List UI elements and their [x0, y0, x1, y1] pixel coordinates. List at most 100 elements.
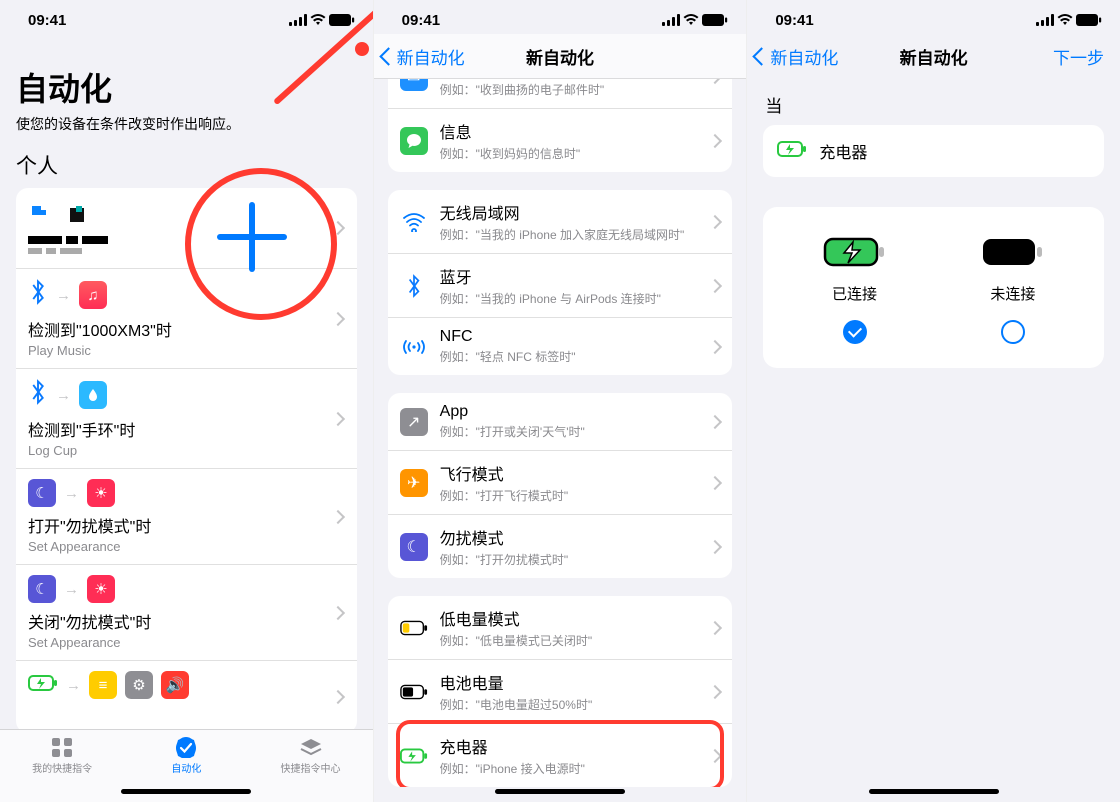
- row-title: 电池电量: [440, 670, 705, 694]
- chevron-right-icon: [331, 690, 345, 704]
- chevron-right-icon: [708, 133, 722, 147]
- trigger-row-app[interactable]: ↗ App 例如："打开或关闭'天气'时": [388, 393, 733, 451]
- trigger-row-wifi[interactable]: 无线局域网例如："当我的 iPhone 加入家庭无线局域网时": [388, 190, 733, 254]
- chevron-right-icon: [331, 509, 345, 523]
- trigger-row-dnd[interactable]: ☾ 勿扰模式例如："打开勿扰模式时": [388, 515, 733, 578]
- chevron-right-icon: [708, 214, 722, 228]
- trigger-row-message[interactable]: 信息例如："收到妈妈的信息时": [388, 109, 733, 172]
- add-button[interactable]: [210, 195, 294, 279]
- row-sub: 例如："低电量模式已关闭时": [440, 632, 705, 649]
- music-app-icon: ♫: [79, 281, 107, 309]
- status-time: 09:41: [28, 12, 66, 29]
- wifi-icon: [310, 14, 326, 26]
- tab-shortcuts[interactable]: 我的快捷指令: [0, 730, 124, 802]
- arrow-right-icon: →: [64, 485, 79, 502]
- tab-gallery[interactable]: 快捷指令中心: [248, 730, 372, 802]
- home-indicator[interactable]: [869, 789, 999, 794]
- row-title: 勿扰模式: [440, 525, 705, 549]
- speaker-icon: 🔊: [161, 671, 189, 699]
- tab-bar: 我的快捷指令 自动化 快捷指令中心: [0, 729, 373, 802]
- home-indicator[interactable]: [495, 789, 625, 794]
- mail-icon: ✉: [400, 79, 428, 91]
- status-bar: 09:41: [747, 0, 1120, 34]
- waterdrop-icon: [79, 381, 107, 409]
- tab-label: 快捷指令中心: [281, 760, 341, 775]
- screen-trigger-picker: 09:41 新自动化 新自动化 ✉ 电子邮件例如："收到曲扬的电子邮件时" 信息…: [374, 0, 748, 802]
- automation-row-0[interactable]: [16, 188, 357, 269]
- condition-card: 充电器: [763, 125, 1104, 177]
- row-title: NFC: [440, 328, 705, 346]
- chevron-right-icon: [708, 414, 722, 428]
- status-bar: 09:41: [374, 0, 747, 34]
- charger-icon: [400, 742, 428, 770]
- appearance-icon: ☀: [87, 575, 115, 603]
- battery-disconnected-icon: [981, 237, 1045, 267]
- arrow-right-icon: →: [56, 387, 71, 404]
- back-button[interactable]: 新自动化: [755, 44, 838, 69]
- bluetooth-icon: [400, 272, 428, 300]
- status-indicators: [289, 14, 355, 26]
- automation-row-2[interactable]: → 检测到"手环"时 Log Cup: [16, 369, 357, 469]
- row-title: 检测到"1000XM3"时: [28, 317, 317, 341]
- screen-charger-config: 09:41 新自动化 新自动化 下一步 当 充电器 已连接: [747, 0, 1120, 802]
- row-title: 检测到"手环"时: [28, 417, 317, 441]
- row-sub: 例如："打开或关闭'天气'时": [440, 423, 705, 440]
- app-icon: ↗: [400, 408, 428, 436]
- arrow-right-icon: →: [56, 287, 71, 304]
- radio-selected[interactable]: [843, 320, 867, 344]
- trigger-row-airplane[interactable]: ✈ 飞行模式例如："打开飞行模式时": [388, 451, 733, 515]
- signal-icon: [289, 14, 307, 26]
- moon-icon: ☾: [28, 575, 56, 603]
- home-indicator[interactable]: [121, 789, 251, 794]
- nav-bar: 新自动化 新自动化: [374, 34, 747, 79]
- trigger-list[interactable]: ✉ 电子邮件例如："收到曲扬的电子邮件时" 信息例如："收到妈妈的信息时" 无线…: [374, 79, 747, 802]
- trigger-row-batterylevel[interactable]: 电池电量例如："电池电量超过50%时": [388, 660, 733, 724]
- row-sub: Set Appearance: [28, 635, 317, 650]
- automations-card: → ♫ 检测到"1000XM3"时 Play Music → 检测到": [16, 188, 357, 733]
- appearance-icon: ☀: [87, 479, 115, 507]
- automation-row-4[interactable]: ☾ → ☀ 关闭"勿扰模式"时 Set Appearance: [16, 565, 357, 661]
- row-title: 无线局域网: [440, 200, 705, 224]
- chevron-right-icon: [708, 748, 722, 762]
- charger-icon: [28, 674, 58, 697]
- option-disconnected[interactable]: 未连接: [934, 237, 1092, 344]
- lowbattery-icon: [400, 614, 428, 642]
- battery-icon: [329, 14, 355, 26]
- chevron-right-icon: [708, 278, 722, 292]
- automation-row-3[interactable]: ☾ → ☀ 打开"勿扰模式"时 Set Appearance: [16, 469, 357, 565]
- row-title: App: [440, 403, 705, 421]
- screen-automation-list: 09:41 自动化 使您的设备在条件改变时作出响应。 个人: [0, 0, 374, 802]
- arrow-right-icon: →: [66, 677, 81, 694]
- section-personal-header: 个人: [16, 150, 357, 180]
- chevron-right-icon: [708, 339, 722, 353]
- chevron-right-icon: [708, 684, 722, 698]
- option-label: 已连接: [832, 283, 877, 304]
- check-badge-icon: [174, 736, 198, 758]
- radio-unselected[interactable]: [1001, 320, 1025, 344]
- wifi-icon: [1057, 14, 1073, 26]
- trigger-row-bluetooth[interactable]: 蓝牙例如："当我的 iPhone 与 AirPods 连接时": [388, 254, 733, 318]
- automation-row-1[interactable]: → ♫ 检测到"1000XM3"时 Play Music: [16, 269, 357, 369]
- wifi-icon: [400, 208, 428, 236]
- page-subtitle: 使您的设备在条件改变时作出响应。: [16, 114, 357, 134]
- battery-level-icon: [400, 678, 428, 706]
- custom-icon: [28, 202, 56, 230]
- trigger-row-email[interactable]: ✉ 电子邮件例如："收到曲扬的电子邮件时": [388, 79, 733, 109]
- row-title: 关闭"勿扰模式"时: [28, 609, 317, 633]
- row-sub: Play Music: [28, 343, 317, 358]
- option-connected[interactable]: 已连接: [775, 237, 933, 344]
- choice-card: 已连接 未连接: [763, 207, 1104, 368]
- next-button[interactable]: 下一步: [1053, 44, 1112, 69]
- automation-row-5[interactable]: → ≡ ⚙ 🔊: [16, 661, 357, 733]
- nav-bar: 新自动化 新自动化 下一步: [747, 34, 1120, 78]
- battery-icon: [1076, 14, 1102, 26]
- row-sub: 例如："收到妈妈的信息时": [440, 145, 705, 162]
- back-button[interactable]: 新自动化: [382, 44, 465, 69]
- list-icon: ≡: [89, 671, 117, 699]
- option-label: 未连接: [990, 283, 1035, 304]
- trigger-row-charger[interactable]: 充电器例如："iPhone 接入电源时": [388, 724, 733, 787]
- row-sub: 例如："当我的 iPhone 加入家庭无线局域网时": [440, 226, 705, 243]
- chevron-left-icon: [753, 47, 771, 65]
- trigger-row-lowpower[interactable]: 低电量模式例如："低电量模式已关闭时": [388, 596, 733, 660]
- trigger-row-nfc[interactable]: NFC例如："轻点 NFC 标签时": [388, 318, 733, 375]
